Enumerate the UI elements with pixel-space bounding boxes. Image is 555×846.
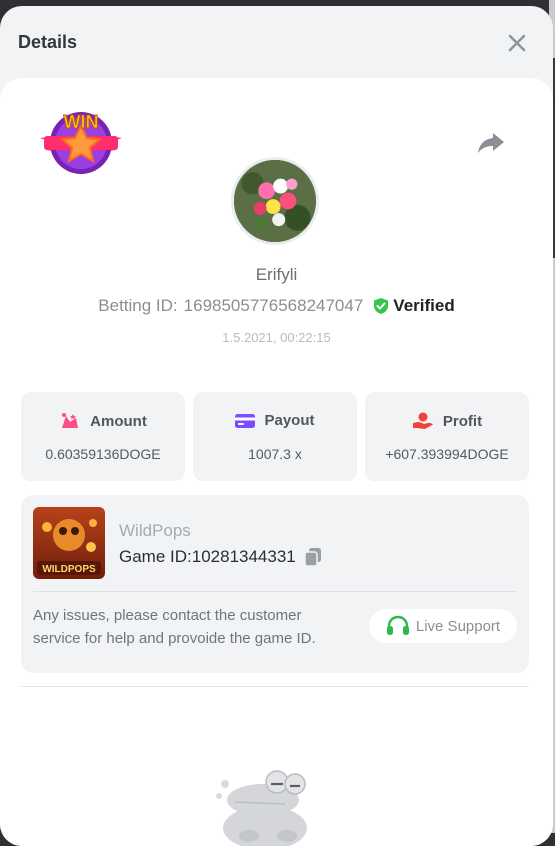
stat-card-payout: Payout 1007.3 x xyxy=(193,392,357,481)
live-support-button[interactable]: Live Support xyxy=(369,609,517,643)
stat-label-amount: Amount xyxy=(90,412,147,430)
profit-hand-icon xyxy=(412,412,433,429)
stat-label-profit: Profit xyxy=(442,412,483,430)
modal-header: Details xyxy=(0,6,553,78)
game-card-divider xyxy=(33,591,517,592)
win-badge-icon: WIN xyxy=(40,112,122,174)
amount-icon xyxy=(62,413,79,428)
game-id-label: Game ID: xyxy=(119,547,192,566)
game-id-row: Game ID: 10281344331 xyxy=(119,547,322,567)
stat-value-profit: +607.393994DOGE xyxy=(385,446,509,462)
game-thumbnail-text: WILDPOPS xyxy=(42,564,96,575)
details-panel: WIN Erifyli Betting ID: 1698505776568247… xyxy=(0,78,553,846)
payout-card-icon xyxy=(235,413,256,428)
betting-id-row: Betting ID: 1698505776568247047 Verified xyxy=(0,296,553,316)
modal-title: Details xyxy=(18,32,78,52)
game-name[interactable]: WildPops xyxy=(119,521,191,541)
win-badge-text: WIN xyxy=(64,112,99,132)
game-id-value: 10281344331 xyxy=(191,547,296,566)
username: Erifyli xyxy=(255,265,298,284)
verified-shield-icon xyxy=(374,298,389,314)
crocodile-mascot-icon xyxy=(216,770,307,846)
headset-icon xyxy=(386,615,409,635)
close-icon[interactable] xyxy=(506,32,528,54)
avatar xyxy=(231,157,319,245)
share-icon[interactable] xyxy=(477,132,505,154)
stat-value-amount: 0.60359136DOGE xyxy=(45,446,161,462)
details-modal: Details WIN Erifyli Betting ID: 16985057… xyxy=(0,6,553,846)
betting-id-label: Betting ID: xyxy=(98,296,178,315)
verified-badge: Verified xyxy=(373,296,455,316)
stat-value-payout: 1007.3 x xyxy=(248,446,302,462)
issues-text: Any issues, please contact the customer … xyxy=(33,607,316,647)
betting-id-value: 1698505776568247047 xyxy=(183,296,364,315)
copy-icon[interactable] xyxy=(304,547,322,567)
live-support-label: Live Support xyxy=(415,617,501,635)
game-thumbnail[interactable]: WILDPOPS xyxy=(33,507,105,579)
section-divider xyxy=(21,686,529,687)
stat-card-amount: Amount 0.60359136DOGE xyxy=(21,392,185,481)
game-card: WILDPOPS WildPops Game ID: 10281344331 An… xyxy=(21,495,529,673)
stat-label-payout: Payout xyxy=(264,412,315,429)
verified-label: Verified xyxy=(393,296,455,315)
bet-timestamp: 1.5.2021, 00:22:15 xyxy=(222,330,331,345)
stat-card-profit: Profit +607.393994DOGE xyxy=(365,392,529,481)
